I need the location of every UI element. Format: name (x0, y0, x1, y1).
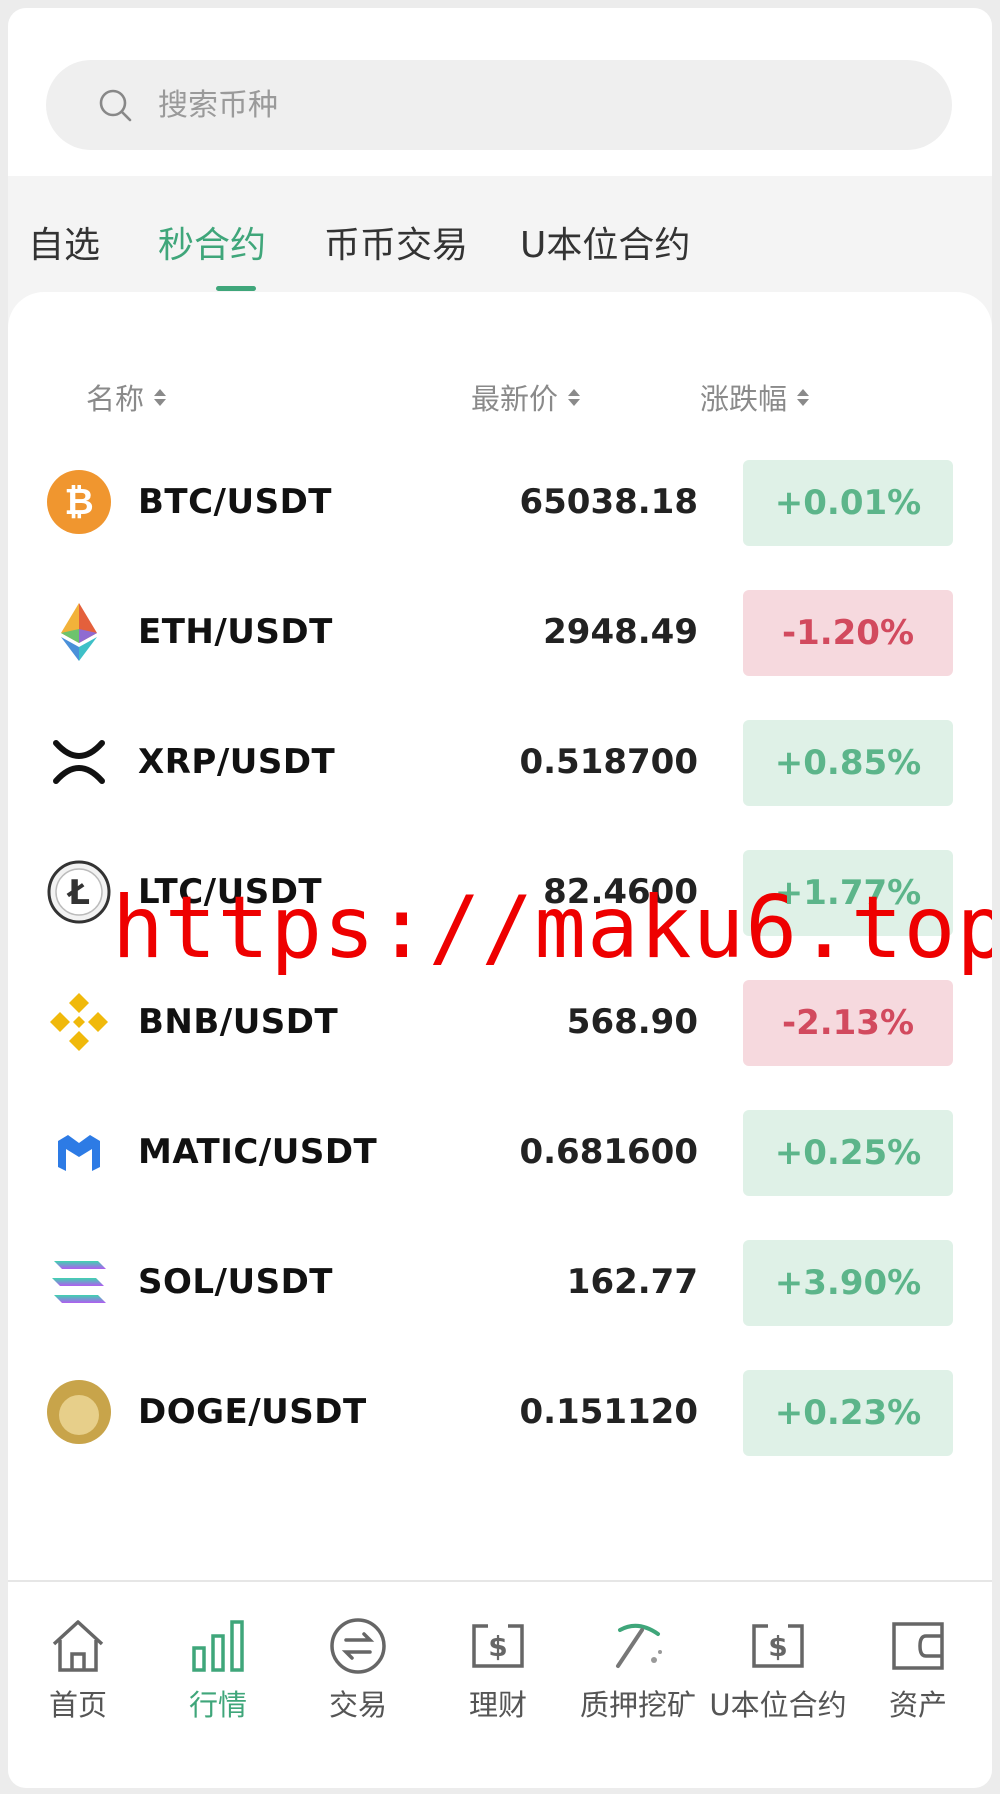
column-header-price[interactable]: 最新价 (471, 376, 581, 418)
polygon-icon (46, 1119, 112, 1185)
search-section (8, 8, 992, 176)
svg-text:$: $ (768, 1630, 787, 1663)
search-bar[interactable] (46, 60, 952, 150)
nav-market[interactable]: 行情 (148, 1582, 288, 1788)
tab-favorites[interactable]: 自选 (28, 216, 100, 268)
last-price: 65038.18 (519, 482, 698, 522)
coin-row[interactable]: SOL/USDT 162.77 +3.90% (8, 1216, 992, 1346)
pair-name: MATIC/USDT (138, 1132, 378, 1172)
change-badge: -1.20% (743, 590, 953, 676)
coin-row[interactable]: ₿ BTC/USDT 65038.18 +0.01% (8, 436, 992, 566)
home-icon (52, 1620, 104, 1672)
search-input[interactable] (158, 87, 758, 123)
dogecoin-icon (46, 1379, 112, 1445)
svg-text:Ł: Ł (66, 873, 90, 913)
change-badge: +0.25% (743, 1110, 953, 1196)
last-price: 2948.49 (543, 612, 698, 652)
nav-finance[interactable]: $ 理财 (428, 1582, 568, 1788)
active-tab-indicator (216, 286, 256, 291)
svg-text:₿: ₿ (64, 482, 93, 523)
ethereum-icon (46, 599, 112, 665)
market-chart-icon (192, 1620, 244, 1672)
pair-name: XRP/USDT (138, 742, 336, 782)
coin-row[interactable]: MATIC/USDT 0.681600 +0.25% (8, 1086, 992, 1216)
pair-name: BTC/USDT (138, 482, 332, 522)
exchange-icon (330, 1618, 386, 1674)
bnb-icon (46, 989, 112, 1055)
tab-second-contract[interactable]: 秒合约 (158, 216, 266, 268)
tab-usdt-futures[interactable]: U本位合约 (520, 216, 690, 268)
pair-name: DOGE/USDT (138, 1392, 367, 1432)
solana-icon (46, 1249, 112, 1315)
last-price: 568.90 (566, 1002, 698, 1042)
nav-trade[interactable]: 交易 (288, 1582, 428, 1788)
nav-usdt-contract[interactable]: $ U本位合约 (708, 1582, 848, 1788)
last-price: 0.151120 (519, 1392, 698, 1432)
litecoin-icon: Ł (46, 859, 112, 925)
bitcoin-icon: ₿ (46, 469, 112, 535)
column-header-name[interactable]: 名称 (86, 376, 167, 418)
watermark-url: https://maku6.top/ (112, 878, 992, 978)
last-price: 0.518700 (519, 742, 698, 782)
column-header-change[interactable]: 涨跌幅 (700, 376, 810, 418)
svg-text:$: $ (488, 1630, 507, 1663)
market-tabs: 自选 秒合约 币币交易 U本位合约 (8, 176, 992, 296)
change-badge: +0.85% (743, 720, 953, 806)
change-badge: +0.01% (743, 460, 953, 546)
coin-row[interactable]: XRP/USDT 0.518700 +0.85% (8, 696, 992, 826)
wallet-icon (892, 1622, 944, 1670)
sort-icon (154, 388, 167, 406)
contract-icon: $ (752, 1624, 804, 1668)
mining-icon (616, 1623, 662, 1668)
change-badge: +3.90% (743, 1240, 953, 1326)
coin-row[interactable]: DOGE/USDT 0.151120 +0.23% (8, 1346, 992, 1476)
app-screen: 自选 秒合约 币币交易 U本位合约 名称 最新价 涨跌幅 ₿ BTC/USDT … (8, 8, 992, 1788)
pair-name: SOL/USDT (138, 1262, 333, 1302)
nav-home[interactable]: 首页 (8, 1582, 148, 1788)
last-price: 0.681600 (519, 1132, 698, 1172)
change-badge: -2.13% (743, 980, 953, 1066)
pair-name: BNB/USDT (138, 1002, 339, 1042)
finance-icon: $ (472, 1624, 524, 1668)
pair-name: ETH/USDT (138, 612, 333, 652)
nav-staking-mining[interactable]: 质押挖矿 (568, 1582, 708, 1788)
change-badge: +0.23% (743, 1370, 953, 1456)
xrp-icon (46, 729, 112, 795)
last-price: 162.77 (566, 1262, 698, 1302)
sort-icon (797, 388, 810, 406)
sort-icon (568, 388, 581, 406)
search-icon (99, 89, 132, 122)
nav-assets[interactable]: 资产 (848, 1582, 988, 1788)
coin-row[interactable]: ETH/USDT 2948.49 -1.20% (8, 566, 992, 696)
bottom-navigation: 首页 行情 交易 $ 理财 质押挖矿 $ U本位合约 资产 (8, 1580, 992, 1788)
tab-spot-trading[interactable]: 币币交易 (324, 216, 468, 268)
